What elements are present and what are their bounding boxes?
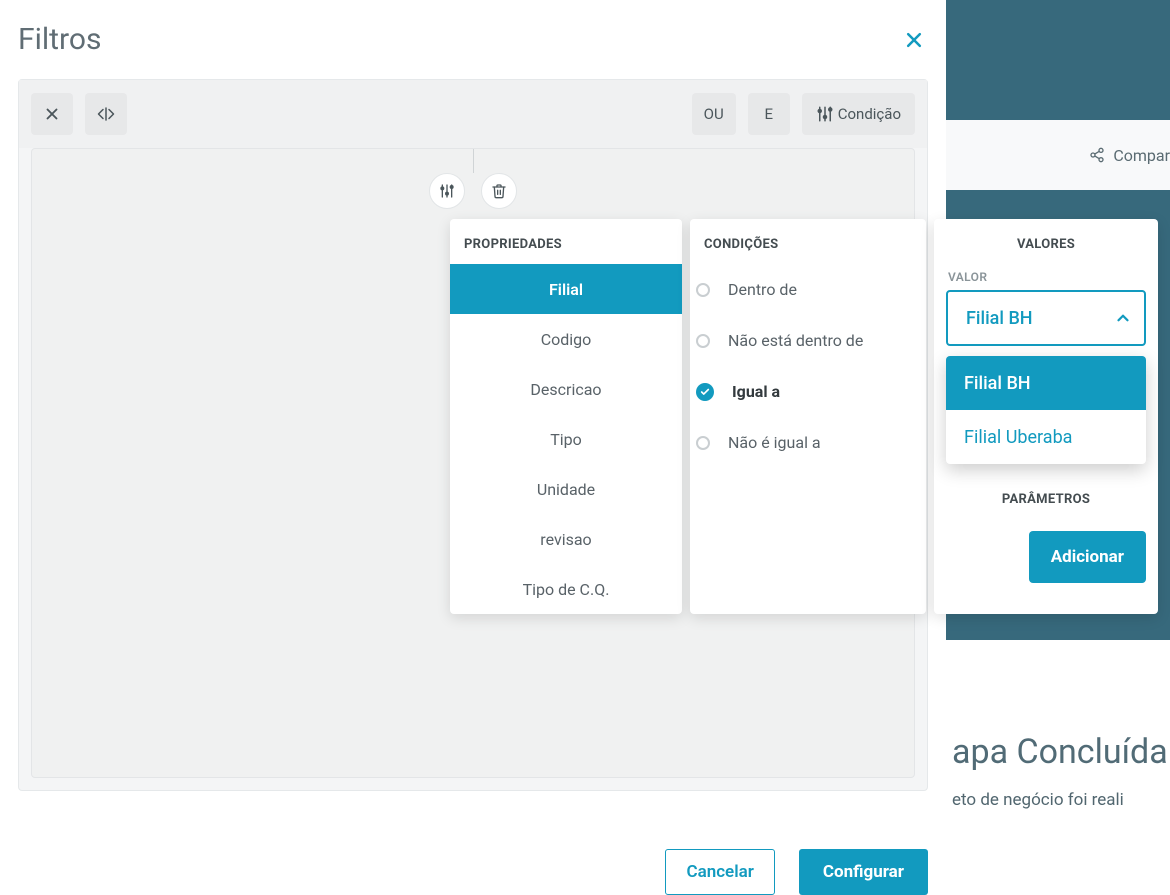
property-item-unidade[interactable]: Unidade [450,464,682,514]
radio-unchecked-icon [696,283,710,297]
node-controls [429,173,517,209]
condition-item-nao-igual-a[interactable]: Não é igual a [690,417,926,468]
conditions-panel: CONDIÇÕES Dentro de Não está dentro de [690,219,926,614]
values-header: VALORES [934,219,1158,264]
condition-label: Dentro de [728,280,797,299]
code-view-button[interactable] [85,93,127,135]
chevron-up-icon [1114,309,1132,327]
value-combobox[interactable]: Filial BH [946,290,1146,346]
condition-item-nao-dentro-de[interactable]: Não está dentro de [690,315,926,366]
stage-title: apa Concluída [952,732,1170,772]
configure-button[interactable]: Configurar [799,849,928,895]
value-field-label: VALOR [946,270,1146,284]
properties-list: Filial Codigo Descricao Tipo Unidade rev… [450,264,682,614]
close-icon [904,30,924,50]
share-link[interactable]: Compar [1059,146,1170,165]
delete-node-button[interactable] [481,173,517,209]
radio-unchecked-icon [696,334,710,348]
property-item-tipo[interactable]: Tipo [450,414,682,464]
property-item-descricao[interactable]: Descricao [450,364,682,414]
value-dropdown: Filial BH Filial Uberaba [946,356,1146,464]
sliders-icon [439,183,455,199]
condition-label: Condição [838,105,901,123]
add-button[interactable]: Adicionar [1029,531,1146,583]
condition-item-dentro-de[interactable]: Dentro de [690,264,926,315]
sliders-icon [816,105,834,123]
filters-modal: Filtros OU E Condição [0,0,946,895]
popovers-row: PROPRIEDADES Filial Codigo Descricao Tip… [450,219,1158,614]
dropdown-option-filial-bh[interactable]: Filial BH [946,356,1146,410]
share-label: Compar [1113,146,1170,165]
or-button[interactable]: OU [692,93,736,135]
close-icon [43,105,61,123]
radio-checked-icon [696,383,714,401]
property-item-codigo[interactable]: Codigo [450,314,682,364]
properties-header: PROPRIEDADES [450,219,682,264]
combo-value: Filial BH [966,308,1033,329]
modal-close-button[interactable] [900,26,928,54]
background-stage-panel: apa Concluída eto de negócio foi reali [946,640,1170,895]
dropdown-option-filial-uberaba[interactable]: Filial Uberaba [946,410,1146,464]
share-icon [1089,147,1105,163]
conditions-list: Dentro de Não está dentro de Igual a [690,264,926,478]
properties-panel: PROPRIEDADES Filial Codigo Descricao Tip… [450,219,682,614]
condition-item-igual-a[interactable]: Igual a [690,366,926,417]
modal-title: Filtros [18,22,101,57]
filter-toolbar: OU E Condição [19,80,927,148]
filter-canvas: PROPRIEDADES Filial Codigo Descricao Tip… [31,148,915,778]
trash-icon [491,183,507,199]
edit-node-button[interactable] [429,173,465,209]
and-button[interactable]: E [748,93,790,135]
modal-header: Filtros [0,0,946,67]
code-icon [97,105,115,123]
property-item-tipo-cq[interactable]: Tipo de C.Q. [450,564,682,614]
condition-label: Não está dentro de [728,331,863,350]
radio-unchecked-icon [696,436,710,450]
connector-line [473,149,474,173]
parameters-header: PARÂMETROS [946,492,1146,507]
condition-label: Igual a [732,382,780,401]
clear-button[interactable] [31,93,73,135]
property-item-revisao[interactable]: revisao [450,514,682,564]
add-condition-button[interactable]: Condição [802,93,915,135]
filter-builder-frame: OU E Condição PROPRIEDADES [18,79,928,791]
condition-label: Não é igual a [728,433,821,452]
modal-footer: Cancelar Configurar [665,849,928,895]
stage-subtitle: eto de negócio foi reali [952,790,1170,810]
cancel-button[interactable]: Cancelar [665,849,774,895]
background-toolbar: Compar [946,120,1170,190]
property-item-filial[interactable]: Filial [450,264,682,314]
values-panel: VALORES VALOR Filial BH Filial BH Filial… [934,219,1158,614]
conditions-header: CONDIÇÕES [690,219,926,264]
